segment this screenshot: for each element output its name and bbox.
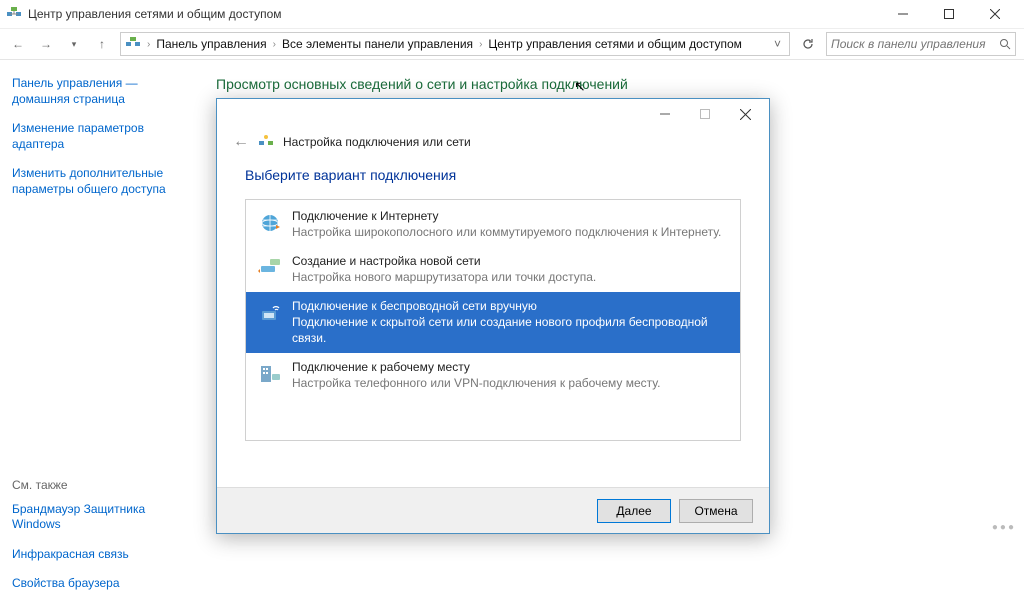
chevron-right-icon[interactable]: › bbox=[147, 39, 150, 50]
sidebar: Панель управления — домашняя страница Из… bbox=[0, 60, 200, 537]
option-desc: Настройка телефонного или VPN-подключени… bbox=[292, 376, 728, 392]
option-desc: Настройка нового маршрутизатора или точк… bbox=[292, 270, 728, 286]
globe-icon bbox=[258, 211, 282, 235]
sidebar-link-adapter[interactable]: Изменение параметров адаптера bbox=[12, 121, 188, 152]
dialog-header: ← Настройка подключения или сети bbox=[217, 129, 769, 161]
cancel-button[interactable]: Отмена bbox=[679, 499, 753, 523]
breadcrumb-item[interactable]: Центр управления сетями и общим доступом bbox=[484, 37, 746, 51]
breadcrumb-dropdown[interactable]: ˅ bbox=[770, 37, 785, 51]
next-button[interactable]: Далее bbox=[597, 499, 671, 523]
up-button[interactable]: ↑ bbox=[92, 34, 112, 54]
router-icon bbox=[258, 256, 282, 280]
sidebar-link-browser[interactable]: Свойства браузера bbox=[12, 576, 188, 592]
workplace-icon bbox=[258, 362, 282, 386]
search-box[interactable] bbox=[826, 32, 1016, 56]
page-heading: Просмотр основных сведений о сети и наст… bbox=[216, 76, 1008, 92]
sidebar-link-home[interactable]: Панель управления — домашняя страница bbox=[12, 76, 188, 107]
option-manual-wireless[interactable]: Подключение к беспроводной сети вручную … bbox=[246, 292, 740, 353]
sidebar-link-firewall[interactable]: Брандмауэр Защитника Windows bbox=[12, 502, 188, 533]
option-new-network[interactable]: Создание и настройка новой сети Настройк… bbox=[246, 247, 740, 292]
network-center-icon bbox=[125, 36, 141, 52]
close-button[interactable] bbox=[972, 0, 1018, 28]
option-title: Подключение к рабочему месту bbox=[292, 360, 728, 376]
dialog-body: Выберите вариант подключения Подключение… bbox=[217, 161, 769, 441]
window-controls bbox=[880, 0, 1018, 28]
navigation-bar: ← → ▾ ↑ › Панель управления › Все элемен… bbox=[0, 28, 1024, 60]
option-internet[interactable]: Подключение к Интернету Настройка широко… bbox=[246, 202, 740, 247]
network-wizard-icon bbox=[257, 133, 275, 151]
dialog-footer: Далее Отмена bbox=[217, 487, 769, 533]
chevron-right-icon[interactable]: › bbox=[273, 39, 276, 50]
maximize-button[interactable] bbox=[926, 0, 972, 28]
search-input[interactable] bbox=[831, 37, 999, 51]
setup-connection-dialog: ← Настройка подключения или сети Выберит… bbox=[216, 98, 770, 534]
chevron-right-icon[interactable]: › bbox=[479, 39, 482, 50]
option-desc: Подключение к скрытой сети или создание … bbox=[292, 315, 728, 346]
breadcrumb-item[interactable]: Панель управления bbox=[152, 37, 270, 51]
connection-options-list: Подключение к Интернету Настройка широко… bbox=[245, 199, 741, 441]
forward-button[interactable]: → bbox=[36, 34, 56, 54]
sidebar-link-sharing[interactable]: Изменить дополнительные параметры общего… bbox=[12, 166, 188, 197]
dialog-back-button[interactable]: ← bbox=[233, 133, 249, 151]
sidebar-link-infrared[interactable]: Инфракрасная связь bbox=[12, 547, 188, 563]
network-center-icon bbox=[6, 6, 22, 22]
minimize-button[interactable] bbox=[880, 0, 926, 28]
window-titlebar: Центр управления сетями и общим доступом bbox=[0, 0, 1024, 28]
breadcrumb[interactable]: › Панель управления › Все элементы панел… bbox=[120, 32, 790, 56]
wireless-icon bbox=[258, 301, 282, 325]
breadcrumb-item[interactable]: Все элементы панели управления bbox=[278, 37, 477, 51]
option-title: Подключение к беспроводной сети вручную bbox=[292, 299, 728, 315]
option-workplace[interactable]: Подключение к рабочему месту Настройка т… bbox=[246, 353, 740, 398]
option-desc: Настройка широкополосного или коммутируе… bbox=[292, 225, 728, 241]
see-also-label: См. также bbox=[12, 478, 188, 492]
back-button[interactable]: ← bbox=[8, 34, 28, 54]
dialog-title: Настройка подключения или сети bbox=[283, 135, 471, 149]
dialog-titlebar bbox=[217, 99, 769, 129]
resize-grip-icon: ●●● bbox=[992, 522, 1016, 533]
option-title: Подключение к Интернету bbox=[292, 209, 728, 225]
dialog-heading: Выберите вариант подключения bbox=[245, 167, 741, 183]
dialog-minimize-button[interactable] bbox=[645, 101, 685, 127]
window-title: Центр управления сетями и общим доступом bbox=[28, 7, 880, 21]
dialog-close-button[interactable] bbox=[725, 101, 765, 127]
dialog-maximize-button[interactable] bbox=[685, 101, 725, 127]
refresh-button[interactable] bbox=[798, 34, 818, 54]
search-icon[interactable] bbox=[999, 38, 1011, 50]
recent-dropdown[interactable]: ▾ bbox=[64, 34, 84, 54]
option-title: Создание и настройка новой сети bbox=[292, 254, 728, 270]
